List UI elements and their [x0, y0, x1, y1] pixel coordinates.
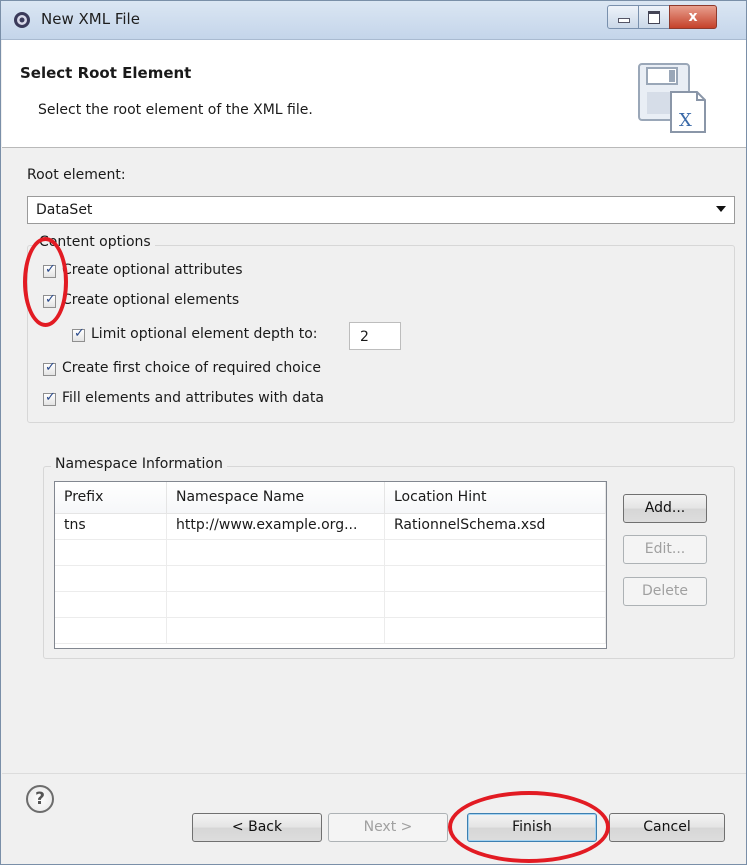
- empty-cell: [55, 566, 167, 592]
- page-description: Select the root element of the XML file.: [38, 102, 313, 118]
- empty-cell: [385, 592, 606, 618]
- depth-value: 2: [360, 329, 369, 345]
- maximize-icon: [648, 11, 660, 24]
- prefix-cell: tns: [55, 514, 167, 540]
- eclipse-icon: [14, 12, 30, 28]
- column-header-prefix[interactable]: Prefix: [55, 482, 167, 514]
- xml-file-wizard-icon: X: [638, 63, 706, 133]
- empty-cell: [55, 592, 167, 618]
- table-row-empty: [55, 540, 606, 566]
- column-header-namespace-name[interactable]: Namespace Name: [167, 482, 385, 514]
- optional-elements-label: Create optional elements: [62, 292, 240, 308]
- close-icon: x: [688, 9, 698, 25]
- wizard-header: Select Root Element Select the root elem…: [2, 40, 746, 148]
- empty-cell: [167, 540, 385, 566]
- namespace-name-cell: http://www.example.org...: [167, 514, 385, 540]
- edit-namespace-button[interactable]: Edit...: [623, 535, 707, 564]
- empty-cell: [385, 618, 606, 644]
- root-element-label: Root element:: [27, 167, 126, 183]
- close-button[interactable]: x: [669, 5, 717, 29]
- cancel-button[interactable]: Cancel: [609, 813, 725, 842]
- fill-data-checkbox[interactable]: [43, 390, 56, 406]
- maximize-button[interactable]: [638, 5, 670, 29]
- namespace-title: Namespace Information: [51, 456, 227, 472]
- empty-cell: [55, 540, 167, 566]
- limit-depth-label: Limit optional element depth to:: [91, 326, 318, 342]
- annotation-circle-finish: [448, 791, 610, 863]
- empty-cell: [55, 618, 167, 644]
- limit-depth-checkbox[interactable]: [72, 326, 85, 342]
- annotation-circle-checkboxes: [23, 237, 68, 327]
- empty-cell: [167, 566, 385, 592]
- fill-data-label: Fill elements and attributes with data: [62, 390, 324, 406]
- window-title: New XML File: [41, 10, 140, 28]
- optional-attributes-label: Create optional attributes: [62, 262, 243, 278]
- empty-cell: [167, 592, 385, 618]
- minimize-button[interactable]: [607, 5, 639, 29]
- empty-cell: [167, 618, 385, 644]
- minimize-icon: [618, 18, 630, 23]
- help-icon[interactable]: ?: [26, 785, 54, 813]
- delete-namespace-button[interactable]: Delete: [623, 577, 707, 606]
- table-row-empty: [55, 566, 606, 592]
- namespace-table[interactable]: Prefix Namespace Name Location Hint tns …: [54, 481, 607, 649]
- table-row-empty: [55, 618, 606, 644]
- first-choice-checkbox[interactable]: [43, 360, 56, 376]
- empty-cell: [385, 566, 606, 592]
- first-choice-label: Create first choice of required choice: [62, 360, 321, 376]
- depth-input[interactable]: 2: [349, 322, 401, 350]
- empty-cell: [385, 540, 606, 566]
- next-button[interactable]: Next >: [328, 813, 448, 842]
- wizard-window: New XML File x Select Root Element Selec…: [0, 0, 747, 865]
- chevron-down-icon: [716, 206, 726, 212]
- title-bar: New XML File x: [1, 1, 746, 40]
- svg-text:X: X: [679, 110, 692, 131]
- back-button[interactable]: < Back: [192, 813, 322, 842]
- root-element-select[interactable]: DataSet: [27, 196, 735, 224]
- root-element-value: DataSet: [36, 202, 93, 218]
- table-row-empty: [55, 592, 606, 618]
- add-namespace-button[interactable]: Add...: [623, 494, 707, 523]
- page-title: Select Root Element: [20, 64, 192, 82]
- column-header-location-hint[interactable]: Location Hint: [385, 482, 606, 514]
- location-hint-cell: RationnelSchema.xsd: [385, 514, 606, 540]
- table-row[interactable]: tns http://www.example.org... RationnelS…: [55, 514, 606, 540]
- footer-divider: [2, 773, 746, 774]
